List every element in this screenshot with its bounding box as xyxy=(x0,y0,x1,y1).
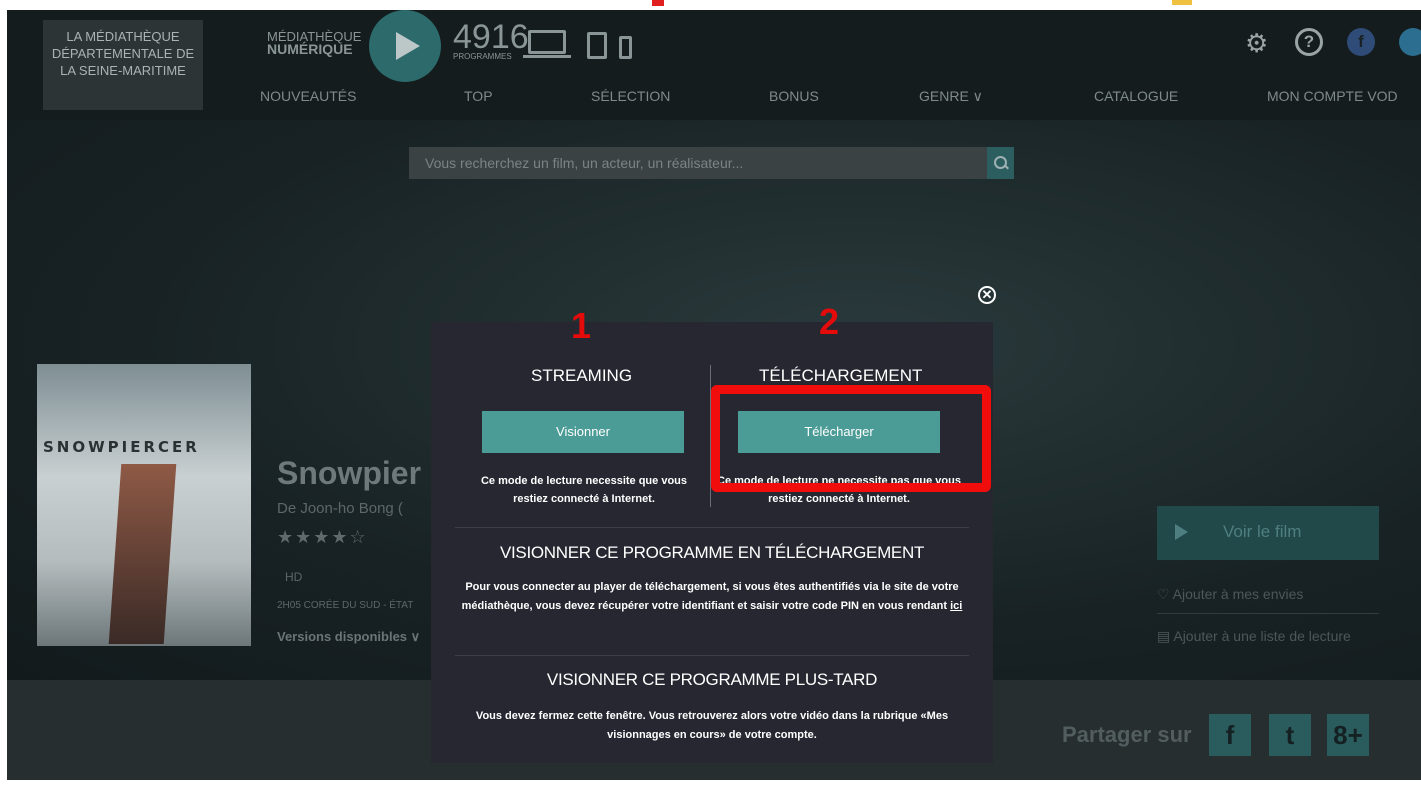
nav-selection[interactable]: SÉLECTION xyxy=(591,88,670,104)
browser-top-strip xyxy=(0,0,1421,10)
divider xyxy=(1157,613,1379,614)
top-bar: LA MÉDIATHÈQUE DÉPARTEMENTALE DE LA SEIN… xyxy=(7,10,1421,120)
gplus-share-icon[interactable]: 8+ xyxy=(1327,714,1369,756)
divider xyxy=(455,527,969,528)
watch-film-label: Voir le film xyxy=(1223,522,1302,541)
library-logo[interactable]: LA MÉDIATHÈQUE DÉPARTEMENTALE DE LA SEIN… xyxy=(43,20,203,110)
section-download-body: Pour vous connecter au player de télécha… xyxy=(461,581,959,612)
top-strip-mark xyxy=(1172,0,1192,5)
phone-icon xyxy=(619,36,632,59)
nav-genre[interactable]: GENRE ∨ xyxy=(919,88,983,105)
poster-train-image xyxy=(108,464,177,644)
rating-stars: ★★★★☆ xyxy=(277,527,368,547)
twitter-share-icon[interactable]: t xyxy=(1269,714,1311,756)
download-title: TÉLÉCHARGEMENT xyxy=(759,366,923,385)
watch-film-button[interactable]: Voir le film xyxy=(1157,506,1379,560)
help-icon[interactable]: ? xyxy=(1295,28,1323,56)
poster-title: SNOWPIERCER xyxy=(43,438,200,456)
streaming-title: STREAMING xyxy=(531,366,633,385)
nav-catalogue[interactable]: CATALOGUE xyxy=(1094,88,1178,104)
annotation-highlight-box xyxy=(711,385,991,492)
programs-label: PROGRAMMES xyxy=(453,52,512,61)
nav-top[interactable]: TOP xyxy=(464,88,493,104)
section-download-title: VISIONNER CE PROGRAMME EN TÉLÉCHARGEMENT xyxy=(499,543,925,562)
nav-nouveautes[interactable]: NOUVEAUTÉS xyxy=(260,88,356,104)
search-icon[interactable] xyxy=(987,147,1014,179)
programs-count: 4916 xyxy=(453,18,529,56)
nav-bonus[interactable]: BONUS xyxy=(769,88,819,104)
brand-line2: NUMÉRIQUE xyxy=(267,41,353,57)
divider xyxy=(455,655,969,656)
twitter-icon[interactable] xyxy=(1399,28,1421,56)
film-poster[interactable]: SNOWPIERCER xyxy=(37,364,251,646)
nav-account[interactable]: MON COMPTE VOD xyxy=(1267,88,1398,104)
facebook-icon[interactable]: f xyxy=(1347,28,1375,56)
laptop-icon xyxy=(523,30,571,58)
share-label: Partager sur xyxy=(1062,722,1192,747)
facebook-share-icon[interactable]: f xyxy=(1209,714,1251,756)
playlist-label: Ajouter à une liste de lecture xyxy=(1173,628,1351,644)
search-input[interactable]: Vous recherchez un film, un acteur, un r… xyxy=(409,147,987,179)
play-icon xyxy=(1175,524,1188,540)
section-download-text: Pour vous connecter au player de télécha… xyxy=(461,578,963,616)
annotation-number-1: 1 xyxy=(571,305,592,346)
section-later-text: Vous devez fermez cette fenêtre. Vous re… xyxy=(475,710,949,741)
play-icon[interactable] xyxy=(369,10,441,82)
section-later-title: VISIONNER CE PROGRAMME PLUS-TARD xyxy=(546,670,878,689)
wishlist-label: Ajouter à mes envies xyxy=(1172,586,1304,602)
film-meta: 2H05 CORÉE DU SUD - ÉTAT xyxy=(277,600,414,611)
pin-link[interactable]: ici xyxy=(950,600,962,612)
wishlist-link[interactable]: ♡ Ajouter à mes envies xyxy=(1157,586,1303,603)
stream-button[interactable]: Visionner xyxy=(482,411,684,453)
film-title: Snowpier xyxy=(277,455,422,491)
annotation-number-2: 2 xyxy=(819,301,840,342)
brand-logo[interactable]: MÉDIATHÈQUE NUMÉRIQUE xyxy=(267,30,361,56)
top-strip-mark xyxy=(652,0,664,6)
quality-badge: HD xyxy=(285,570,303,584)
film-director: De Joon-ho Bong ( xyxy=(277,500,403,517)
gear-icon[interactable]: ⚙ xyxy=(1245,28,1268,59)
tablet-icon xyxy=(587,32,607,59)
close-icon[interactable]: ✕ xyxy=(978,286,996,304)
versions-dropdown[interactable]: Versions disponibles ∨ xyxy=(277,629,420,645)
playlist-link[interactable]: ▤ Ajouter à une liste de lecture xyxy=(1157,628,1351,645)
streaming-description: Ce mode de lecture necessite que vous re… xyxy=(480,475,688,505)
